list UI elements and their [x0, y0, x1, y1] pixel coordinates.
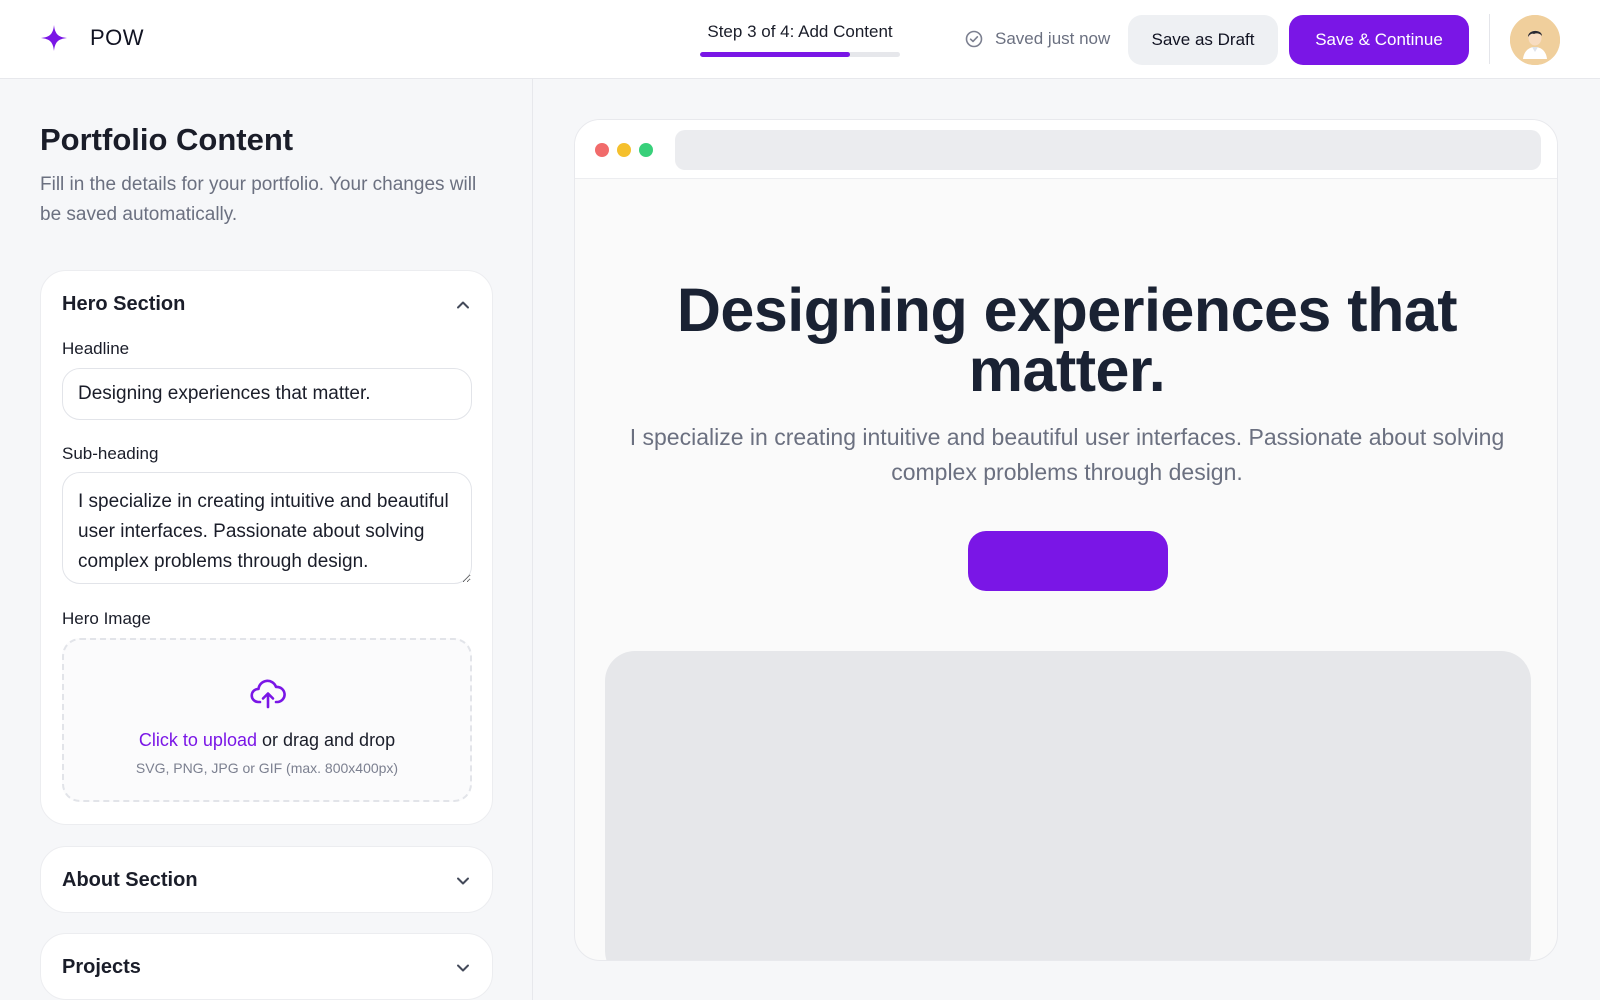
logo-text: POW — [90, 25, 145, 50]
drag-and-drop-text: or drag and drop — [256, 730, 396, 750]
user-avatar-icon — [1510, 15, 1560, 65]
hero-section-card: Hero Section Headline Sub-heading I spec… — [40, 270, 493, 825]
avatar[interactable] — [1510, 15, 1560, 65]
step-progress-track — [700, 52, 900, 57]
step-label: Step 3 of 4: Add Content — [707, 22, 893, 41]
window-close-dot — [595, 143, 609, 157]
logo[interactable]: POW — [40, 24, 144, 52]
step-progress-fill — [700, 52, 850, 57]
projects-section-title: Projects — [62, 956, 141, 978]
step-progress: Step 3 of 4: Add Content — [700, 22, 900, 57]
subheading-textarea[interactable]: I specialize in creating intuitive and b… — [62, 472, 472, 584]
save-status: Saved just now — [965, 29, 1110, 49]
about-section-card: About Section — [40, 846, 493, 913]
hero-image-label: Hero Image — [62, 609, 151, 628]
projects-section-header[interactable]: Projects — [62, 956, 472, 979]
window-maximize-dot — [639, 143, 653, 157]
preview-hero-image-placeholder — [605, 651, 1531, 960]
browser-toolbar — [575, 120, 1557, 179]
chevron-up-icon[interactable] — [454, 296, 472, 314]
about-section-title: About Section — [62, 869, 198, 891]
subheading-label: Sub-heading — [62, 444, 159, 463]
sparkle-icon — [41, 25, 67, 51]
headline-input[interactable] — [62, 368, 472, 420]
save-as-draft-button[interactable]: Save as Draft — [1128, 15, 1278, 65]
header-divider — [1489, 14, 1490, 64]
hero-section-header[interactable]: Hero Section — [62, 293, 472, 316]
save-status-text: Saved just now — [995, 29, 1111, 48]
live-preview-panel: Designing experiences that matter. I spe… — [533, 79, 1600, 1000]
upload-file-hint: SVG, PNG, JPG or GIF (max. 800x400px) — [135, 760, 399, 776]
hero-image-dropzone[interactable]: Click to upload or drag and drop SVG, PN… — [62, 638, 472, 802]
check-circle-icon — [965, 30, 983, 48]
browser-preview-window: Designing experiences that matter. I spe… — [574, 119, 1558, 961]
page-title: Portfolio Content — [40, 122, 294, 157]
preview-headline: Designing experiences that matter. — [676, 276, 1458, 404]
click-to-upload-link[interactable]: Click to upload — [139, 730, 257, 750]
headline-label: Headline — [62, 339, 130, 358]
preview-cta-button — [968, 531, 1168, 591]
hero-section-title: Hero Section — [62, 293, 186, 315]
page-description: Fill in the details for your portfolio. … — [40, 174, 477, 225]
upload-instructions: Click to upload or drag and drop — [64, 730, 470, 751]
address-bar — [675, 130, 1541, 170]
top-bar: POW Step 3 of 4: Add Content Saved just … — [0, 0, 1600, 79]
window-minimize-dot — [617, 143, 631, 157]
cloud-upload-icon — [250, 679, 286, 709]
chevron-down-icon[interactable] — [454, 959, 472, 977]
content-sidebar: Portfolio Content Fill in the details fo… — [0, 79, 533, 1000]
about-section-header[interactable]: About Section — [62, 869, 472, 892]
chevron-down-icon[interactable] — [454, 872, 472, 890]
projects-section-card: Projects — [40, 933, 493, 1000]
save-and-continue-button[interactable]: Save & Continue — [1289, 15, 1469, 65]
preview-subheading: I specialize in creating intuitive and b… — [629, 424, 1505, 485]
